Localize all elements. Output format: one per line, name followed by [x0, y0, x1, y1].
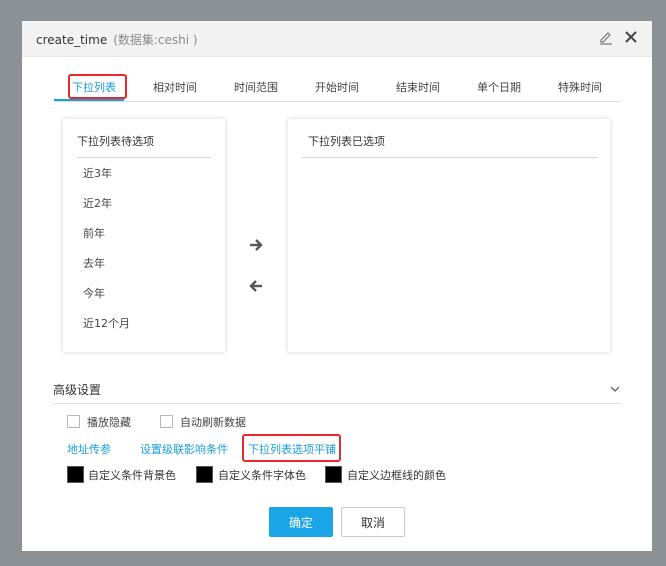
option-last-year[interactable]: 去年 — [83, 255, 105, 271]
active-tab-indicator — [54, 99, 124, 101]
tab-special-time[interactable]: 特殊时间 — [558, 79, 602, 95]
highlight-box-link — [242, 434, 341, 462]
dialog-title: create_time (数据集:ceshi ) — [36, 31, 198, 48]
chevron-down-icon[interactable] — [610, 385, 620, 393]
link-url-params[interactable]: 地址传参 — [67, 441, 111, 457]
swatch-condition-background-label: 自定义条件背景色 — [88, 469, 176, 482]
swatch-condition-background[interactable] — [67, 466, 84, 483]
checkbox-play-hide[interactable] — [67, 415, 80, 428]
swatch-border-color[interactable] — [325, 466, 342, 483]
checkbox-play-hide-label: 播放隐藏 — [87, 416, 131, 429]
tab-bar: 下拉列表 相对时间 时间范围 开始时间 结束时间 单个日期 特殊时间 — [54, 73, 620, 102]
checkbox-auto-refresh-label: 自动刷新数据 — [180, 416, 246, 429]
option-this-year[interactable]: 今年 — [83, 285, 105, 301]
dialog-subtitle: (数据集:ceshi ) — [113, 33, 198, 47]
swatch-condition-font-label: 自定义条件字体色 — [218, 469, 306, 482]
available-options-divider — [77, 157, 211, 158]
swatch-border-color-label: 自定义边框线的颜色 — [347, 469, 446, 482]
available-options-header: 下拉列表待选项 — [77, 135, 154, 148]
dialog-title-text: create_time — [36, 33, 108, 47]
advanced-settings-title[interactable]: 高级设置 — [53, 381, 101, 398]
dialog-titlebar: create_time (数据集:ceshi ) — [22, 21, 652, 57]
option-last-3-years[interactable]: 近3年 — [83, 165, 112, 181]
confirm-button[interactable]: 确定 — [269, 507, 333, 537]
highlight-box-tab — [68, 74, 127, 99]
checkbox-auto-refresh[interactable] — [160, 415, 173, 428]
arrow-right-icon[interactable] — [248, 237, 264, 253]
tab-start-time[interactable]: 开始时间 — [315, 79, 359, 95]
cancel-button[interactable]: 取消 — [341, 507, 405, 537]
option-year-before-last[interactable]: 前年 — [83, 225, 105, 241]
available-options-panel: 下拉列表待选项 近3年 近2年 前年 去年 今年 近12个月 — [63, 119, 225, 352]
pencil-icon[interactable] — [598, 29, 614, 45]
option-last-2-years[interactable]: 近2年 — [83, 195, 112, 211]
arrow-left-icon[interactable] — [248, 278, 264, 294]
selected-options-header: 下拉列表已选项 — [308, 135, 385, 148]
advanced-settings-divider — [53, 403, 621, 404]
tab-end-time[interactable]: 结束时间 — [396, 79, 440, 95]
option-last-12-months[interactable]: 近12个月 — [83, 315, 130, 331]
swatch-condition-font[interactable] — [196, 466, 213, 483]
dialog: create_time (数据集:ceshi ) 下拉列表 相对时间 时间范围 开… — [22, 21, 652, 551]
selected-options-panel: 下拉列表已选项 — [288, 119, 610, 352]
tab-relative-time[interactable]: 相对时间 — [153, 79, 197, 95]
close-icon[interactable] — [624, 30, 638, 44]
tab-time-range[interactable]: 时间范围 — [234, 79, 278, 95]
selected-options-divider — [302, 157, 598, 158]
link-cascade-conditions[interactable]: 设置级联影响条件 — [140, 441, 228, 457]
tab-single-date[interactable]: 单个日期 — [477, 79, 521, 95]
